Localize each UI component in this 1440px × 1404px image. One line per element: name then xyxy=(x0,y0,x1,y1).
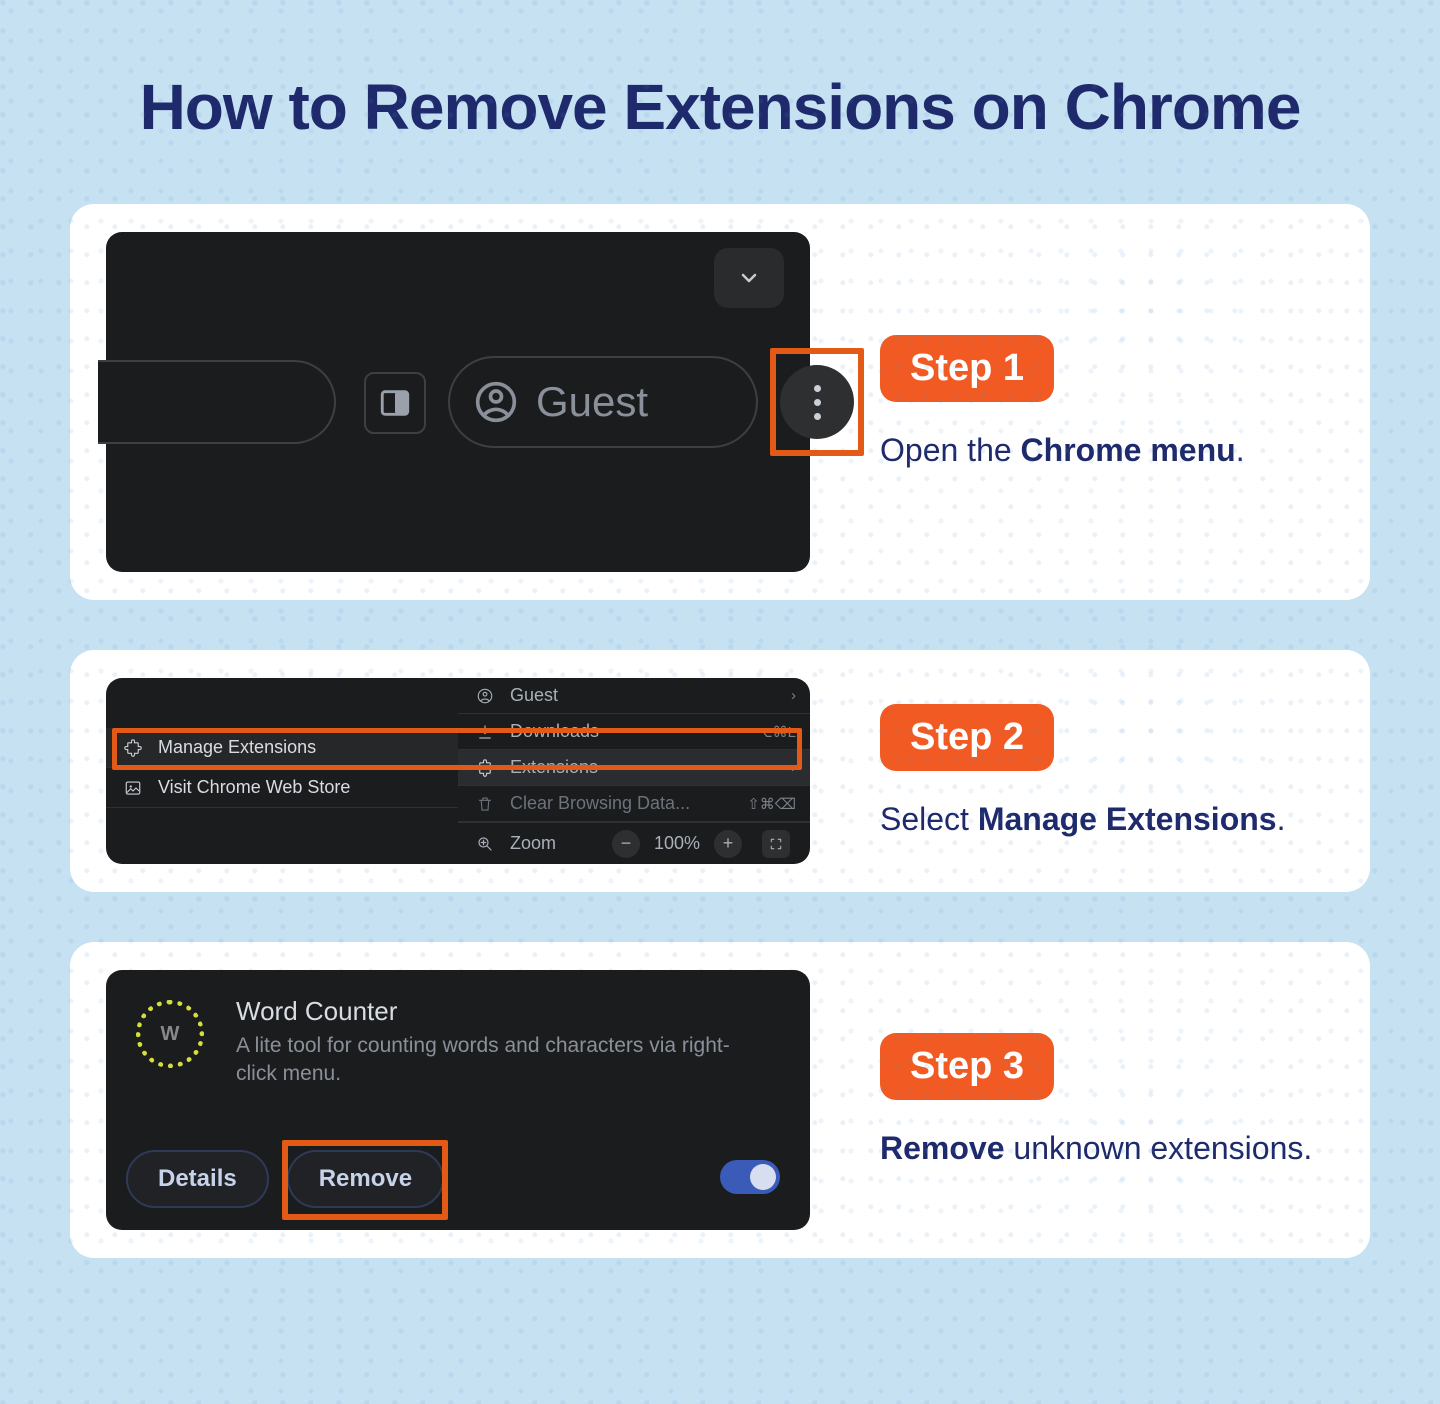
fullscreen-icon xyxy=(769,837,783,851)
zoom-percent: 100% xyxy=(654,833,700,854)
extension-title: Word Counter xyxy=(236,996,397,1027)
zoom-icon xyxy=(472,835,498,853)
enable-toggle[interactable] xyxy=(720,1160,780,1194)
screenshot-chrome-menu: Guest xyxy=(106,232,810,572)
trash-icon xyxy=(472,795,498,813)
guest-label: Guest xyxy=(536,378,648,426)
extension-icon: W xyxy=(134,998,206,1070)
side-panel-button[interactable] xyxy=(364,372,426,434)
menu-zoom-row: Zoom − 100% + xyxy=(458,822,810,864)
download-icon xyxy=(472,723,498,741)
page-title: How to Remove Extensions on Chrome xyxy=(0,0,1440,144)
panel-icon xyxy=(378,386,412,420)
image-icon xyxy=(120,779,146,797)
step-badge-2: Step 2 xyxy=(880,704,1054,771)
extension-description: A lite tool for counting words and chara… xyxy=(236,1032,770,1089)
details-button[interactable]: Details xyxy=(126,1150,269,1208)
fullscreen-button[interactable] xyxy=(762,830,790,858)
zoom-out-button[interactable]: − xyxy=(612,830,640,858)
profile-guest-button[interactable]: Guest xyxy=(448,356,758,448)
remove-button[interactable]: Remove xyxy=(287,1150,444,1208)
screenshot-extensions-menu: Manage Extensions Visit Chrome Web Store… xyxy=(106,678,810,864)
step-desc-3: Remove unknown extensions. xyxy=(880,1130,1312,1167)
submenu-manage-extensions[interactable]: Manage Extensions xyxy=(106,728,458,768)
step-card-1: Guest Step 1 Open the Chrome menu. xyxy=(70,204,1370,600)
chevron-right-icon: › xyxy=(791,687,796,704)
menu-extensions[interactable]: Extensions › xyxy=(458,750,810,786)
screenshot-extension-card: W Word Counter A lite tool for counting … xyxy=(106,970,810,1230)
step-card-3: W Word Counter A lite tool for counting … xyxy=(70,942,1370,1258)
step-badge-3: Step 3 xyxy=(880,1033,1054,1100)
zoom-in-button[interactable]: + xyxy=(714,830,742,858)
menu-clear-browsing-data[interactable]: Clear Browsing Data... ⇧⌘⌫ xyxy=(458,786,810,822)
puzzle-icon xyxy=(472,759,498,777)
chevron-down-icon xyxy=(737,266,761,290)
chrome-menu-button[interactable] xyxy=(780,365,854,439)
step-card-2: Manage Extensions Visit Chrome Web Store… xyxy=(70,650,1370,892)
user-circle-icon xyxy=(472,687,498,705)
menu-downloads[interactable]: Downloads ⌥⌘L xyxy=(458,714,810,750)
chrome-main-menu: Guest › Downloads ⌥⌘L Extensions › Clear… xyxy=(458,678,810,864)
collapse-button[interactable] xyxy=(714,248,784,308)
extensions-submenu: Manage Extensions Visit Chrome Web Store xyxy=(106,728,458,808)
step-desc-2: Select Manage Extensions. xyxy=(880,801,1285,838)
puzzle-icon xyxy=(120,739,146,757)
highlight-box-menu xyxy=(770,348,864,456)
user-circle-icon xyxy=(474,380,518,424)
submenu-visit-web-store[interactable]: Visit Chrome Web Store xyxy=(106,768,458,808)
menu-guest[interactable]: Guest › xyxy=(458,678,810,714)
address-bar-fragment[interactable] xyxy=(98,360,336,444)
step-desc-1: Open the Chrome menu. xyxy=(880,432,1245,469)
step-badge-1: Step 1 xyxy=(880,335,1054,402)
chevron-right-icon: › xyxy=(791,759,796,776)
